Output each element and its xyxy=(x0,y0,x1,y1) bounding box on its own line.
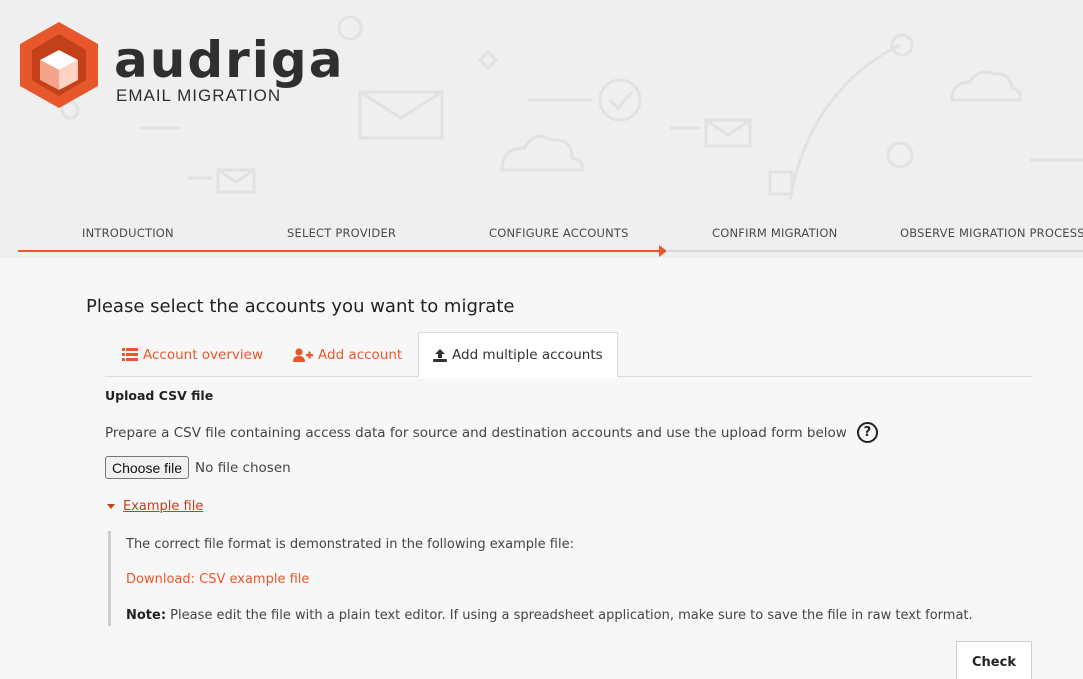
step-select-provider[interactable]: SELECT PROVIDER xyxy=(287,226,396,240)
file-status: No file chosen xyxy=(195,459,291,476)
header: audriga EMAIL MIGRATION INTRODUCTION SEL… xyxy=(0,0,1083,258)
step-observe-migration[interactable]: OBSERVE MIGRATION PROCESS xyxy=(900,226,1083,240)
progress-steps: INTRODUCTION SELECT PROVIDER CONFIGURE A… xyxy=(0,218,1083,258)
note-text: Please edit the file with a plain text e… xyxy=(166,608,973,623)
tab-add-account-label: Add account xyxy=(318,346,403,363)
step-configure-accounts[interactable]: CONFIGURE ACCOUNTS xyxy=(489,226,629,240)
audriga-logo xyxy=(20,22,98,108)
tab-bar: Account overview Add account Add multipl… xyxy=(105,332,1032,378)
example-file-label: Example file xyxy=(123,499,204,514)
tab-add-account[interactable]: Add account xyxy=(293,332,402,377)
list-icon xyxy=(122,348,138,361)
add-user-icon xyxy=(293,347,313,362)
tab-account-overview-label: Account overview xyxy=(143,346,263,363)
note-label: Note: xyxy=(126,608,167,623)
brand-name: audriga xyxy=(114,31,345,89)
tab-add-multiple-accounts[interactable]: Add multiple accounts xyxy=(418,332,618,378)
tab-account-overview[interactable]: Account overview xyxy=(122,332,263,377)
example-note: Note: Please edit the file with a plain … xyxy=(126,608,973,623)
example-file-toggle[interactable]: Example file xyxy=(105,499,203,514)
choose-file-button[interactable]: Choose file xyxy=(105,456,190,479)
step-confirm-migration[interactable]: CONFIRM MIGRATION xyxy=(712,226,837,240)
download-csv-link[interactable]: Download: CSV example file xyxy=(126,572,309,587)
upload-section-title: Upload CSV file xyxy=(105,388,214,403)
upload-icon xyxy=(433,348,447,362)
upload-description: Prepare a CSV file containing access dat… xyxy=(105,422,878,443)
check-button[interactable]: Check xyxy=(956,641,1032,679)
upload-description-text: Prepare a CSV file containing access dat… xyxy=(105,424,847,441)
progress-line-complete xyxy=(18,250,660,252)
tab-add-multiple-accounts-label: Add multiple accounts xyxy=(452,347,603,363)
step-introduction[interactable]: INTRODUCTION xyxy=(82,226,174,240)
file-upload: Choose file No file chosen xyxy=(105,456,291,479)
caret-down-icon xyxy=(107,504,115,509)
page-title: Please select the accounts you want to m… xyxy=(86,296,515,317)
brand-tagline: EMAIL MIGRATION xyxy=(116,86,282,105)
example-intro: The correct file format is demonstrated … xyxy=(126,537,574,552)
example-file-panel: The correct file format is demonstrated … xyxy=(108,531,1038,626)
progress-line-remaining xyxy=(666,250,1083,252)
question-circle-icon[interactable]: ? xyxy=(856,422,878,443)
